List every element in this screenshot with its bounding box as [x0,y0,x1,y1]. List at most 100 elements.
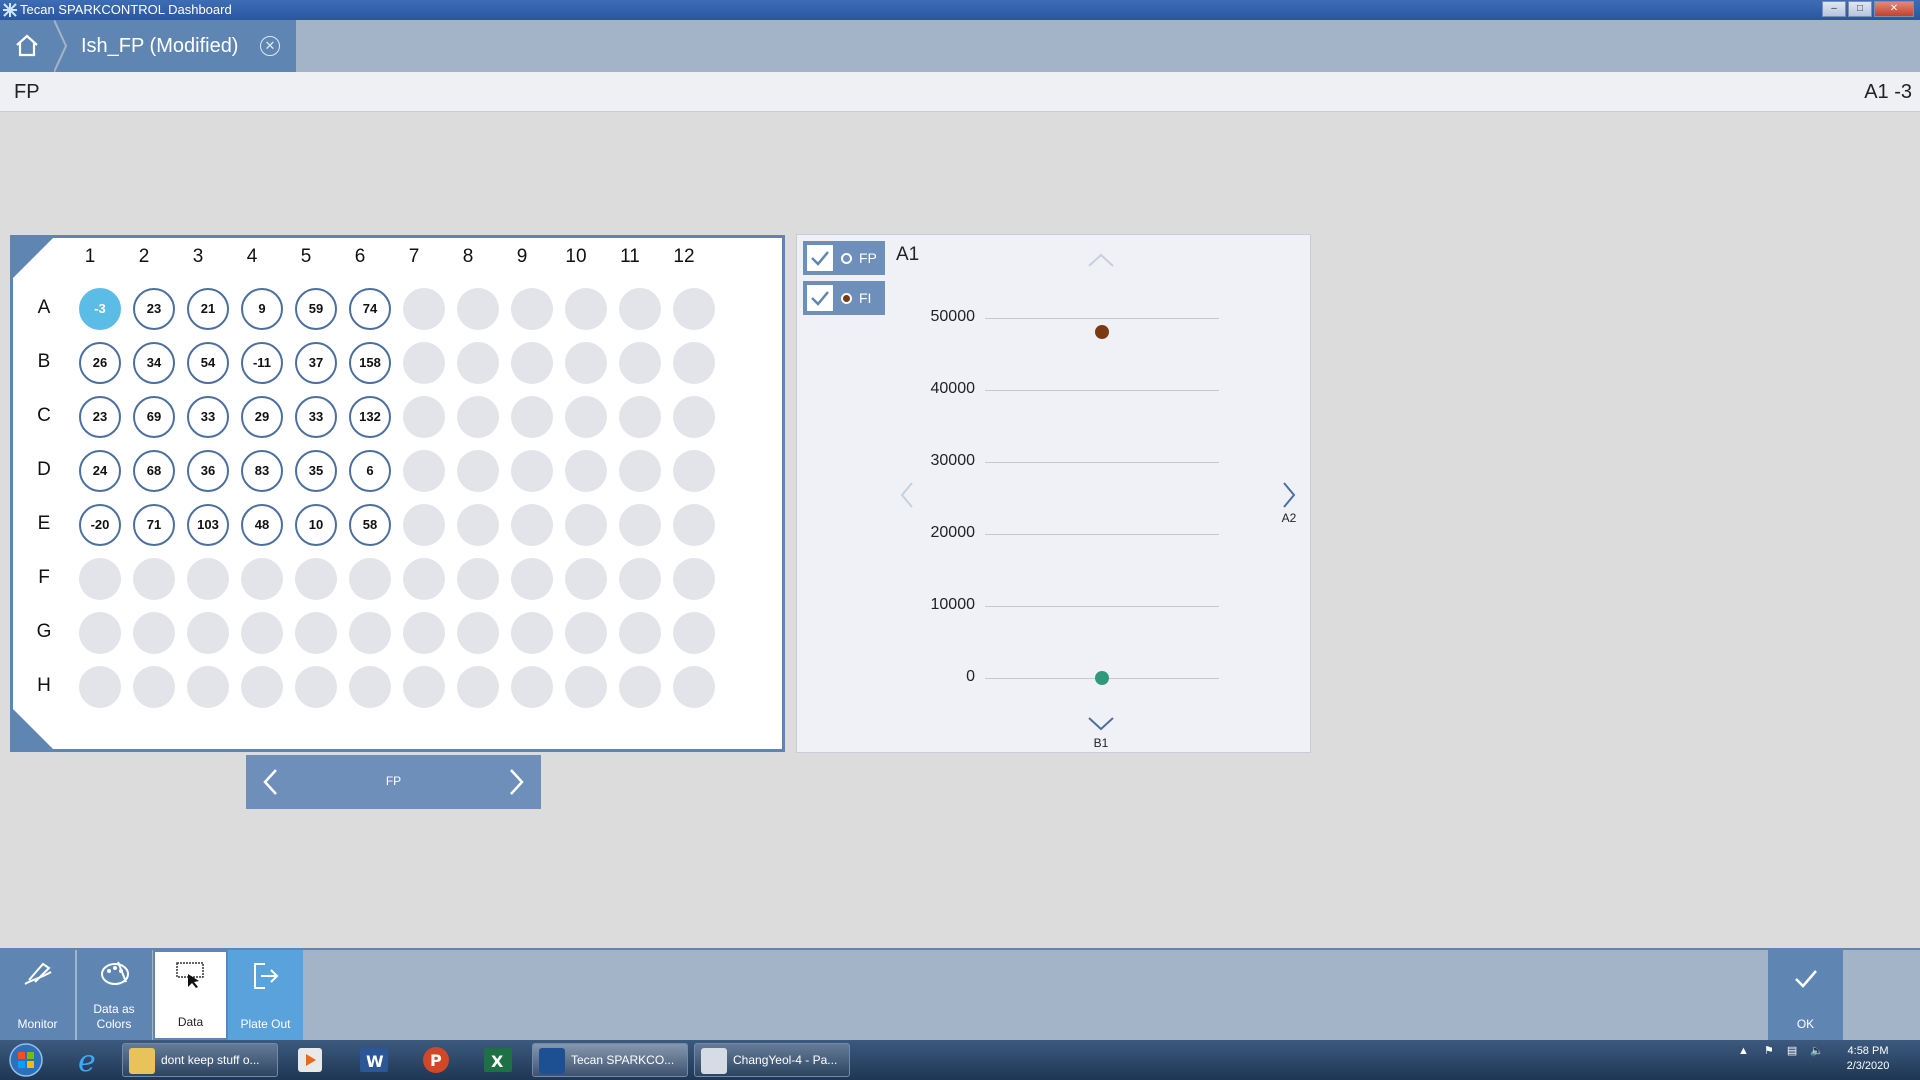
empty-well-H10[interactable] [565,666,607,708]
taskbar-item-explorer[interactable]: dont keep stuff o... [122,1043,278,1077]
well-A3[interactable]: 21 [187,288,229,330]
word-icon[interactable]: W [346,1043,402,1077]
empty-well-H5[interactable] [295,666,337,708]
empty-well-F10[interactable] [565,558,607,600]
column-header[interactable]: 4 [232,246,272,268]
taskbar-item-sparkcontrol[interactable]: Tecan SPARKCO... [532,1043,688,1077]
powerpoint-icon[interactable]: P [408,1043,464,1077]
empty-well-A12[interactable] [673,288,715,330]
home-button[interactable] [0,20,54,72]
column-header[interactable]: 9 [502,246,542,268]
windows-start-icon[interactable] [4,1041,48,1079]
empty-well-B11[interactable] [619,342,661,384]
empty-well-F3[interactable] [187,558,229,600]
well-C3[interactable]: 33 [187,396,229,438]
empty-well-F12[interactable] [673,558,715,600]
well-A2[interactable]: 23 [133,288,175,330]
fp-checkbox[interactable]: FP [803,241,885,275]
empty-well-F7[interactable] [403,558,445,600]
monitor-button[interactable]: Monitor [0,950,75,1040]
empty-well-F2[interactable] [133,558,175,600]
empty-well-G1[interactable] [79,612,121,654]
row-header[interactable]: H [33,675,55,697]
empty-well-E10[interactable] [565,504,607,546]
empty-well-G9[interactable] [511,612,553,654]
well-D4[interactable]: 83 [241,450,283,492]
well-B4[interactable]: -11 [241,342,283,384]
action-center-flag-icon[interactable]: ⚑ [1764,1045,1774,1057]
empty-well-G6[interactable] [349,612,391,654]
tab-close-icon[interactable]: ✕ [260,36,280,56]
minimize-button[interactable]: – [1822,1,1846,17]
empty-well-A8[interactable] [457,288,499,330]
empty-well-H2[interactable] [133,666,175,708]
taskbar-item-paint[interactable]: ChangYeol-4 - Pa... [694,1043,850,1077]
empty-well-H6[interactable] [349,666,391,708]
empty-well-E7[interactable] [403,504,445,546]
well-E4[interactable]: 48 [241,504,283,546]
empty-well-B8[interactable] [457,342,499,384]
well-A4[interactable]: 9 [241,288,283,330]
empty-well-H1[interactable] [79,666,121,708]
column-header[interactable]: 11 [610,246,650,268]
show-hidden-icons-icon[interactable]: ▲ [1738,1045,1749,1057]
well-C5[interactable]: 33 [295,396,337,438]
empty-well-H8[interactable] [457,666,499,708]
chevron-left-icon[interactable] [897,480,917,510]
empty-well-A7[interactable] [403,288,445,330]
empty-well-H4[interactable] [241,666,283,708]
column-header[interactable]: 8 [448,246,488,268]
row-header[interactable]: A [33,297,55,319]
empty-well-D9[interactable] [511,450,553,492]
well-C6[interactable]: 132 [349,396,391,438]
empty-well-G2[interactable] [133,612,175,654]
empty-well-G7[interactable] [403,612,445,654]
empty-well-B12[interactable] [673,342,715,384]
empty-well-H3[interactable] [187,666,229,708]
empty-well-H11[interactable] [619,666,661,708]
well-B6[interactable]: 158 [349,342,391,384]
media-player-icon[interactable] [282,1043,338,1077]
empty-well-E8[interactable] [457,504,499,546]
down-well-button[interactable]: B1 [1086,715,1116,750]
row-header[interactable]: B [33,351,55,373]
empty-well-B10[interactable] [565,342,607,384]
well-A6[interactable]: 74 [349,288,391,330]
well-D5[interactable]: 35 [295,450,337,492]
empty-well-C12[interactable] [673,396,715,438]
empty-well-G11[interactable] [619,612,661,654]
well-B2[interactable]: 34 [133,342,175,384]
empty-well-F6[interactable] [349,558,391,600]
empty-well-E9[interactable] [511,504,553,546]
next-arrow-icon[interactable] [507,767,527,797]
empty-well-A11[interactable] [619,288,661,330]
empty-well-C9[interactable] [511,396,553,438]
plate-out-button[interactable]: Plate Out [228,950,303,1040]
empty-well-G12[interactable] [673,612,715,654]
well-D3[interactable]: 36 [187,450,229,492]
empty-well-F5[interactable] [295,558,337,600]
well-E5[interactable]: 10 [295,504,337,546]
empty-well-D10[interactable] [565,450,607,492]
empty-well-C10[interactable] [565,396,607,438]
fi-checkbox[interactable]: FI [803,281,885,315]
volume-icon[interactable]: 🔈 [1810,1045,1824,1057]
well-C2[interactable]: 69 [133,396,175,438]
tab-document[interactable]: Ish_FP (Modified) ✕ [54,20,296,72]
row-header[interactable]: F [33,567,55,589]
excel-icon[interactable]: X [470,1043,526,1077]
well-E1[interactable]: -20 [79,504,121,546]
empty-well-F1[interactable] [79,558,121,600]
column-header[interactable]: 3 [178,246,218,268]
taskbar-clock[interactable]: 4:58 PM 2/3/2020 [1838,1044,1898,1074]
column-header[interactable]: 5 [286,246,326,268]
empty-well-G4[interactable] [241,612,283,654]
network-icon[interactable]: ▤ [1787,1045,1797,1057]
well-B5[interactable]: 37 [295,342,337,384]
empty-well-D11[interactable] [619,450,661,492]
ok-button[interactable]: OK [1768,950,1843,1040]
empty-well-G3[interactable] [187,612,229,654]
well-B3[interactable]: 54 [187,342,229,384]
empty-well-D8[interactable] [457,450,499,492]
well-C4[interactable]: 29 [241,396,283,438]
